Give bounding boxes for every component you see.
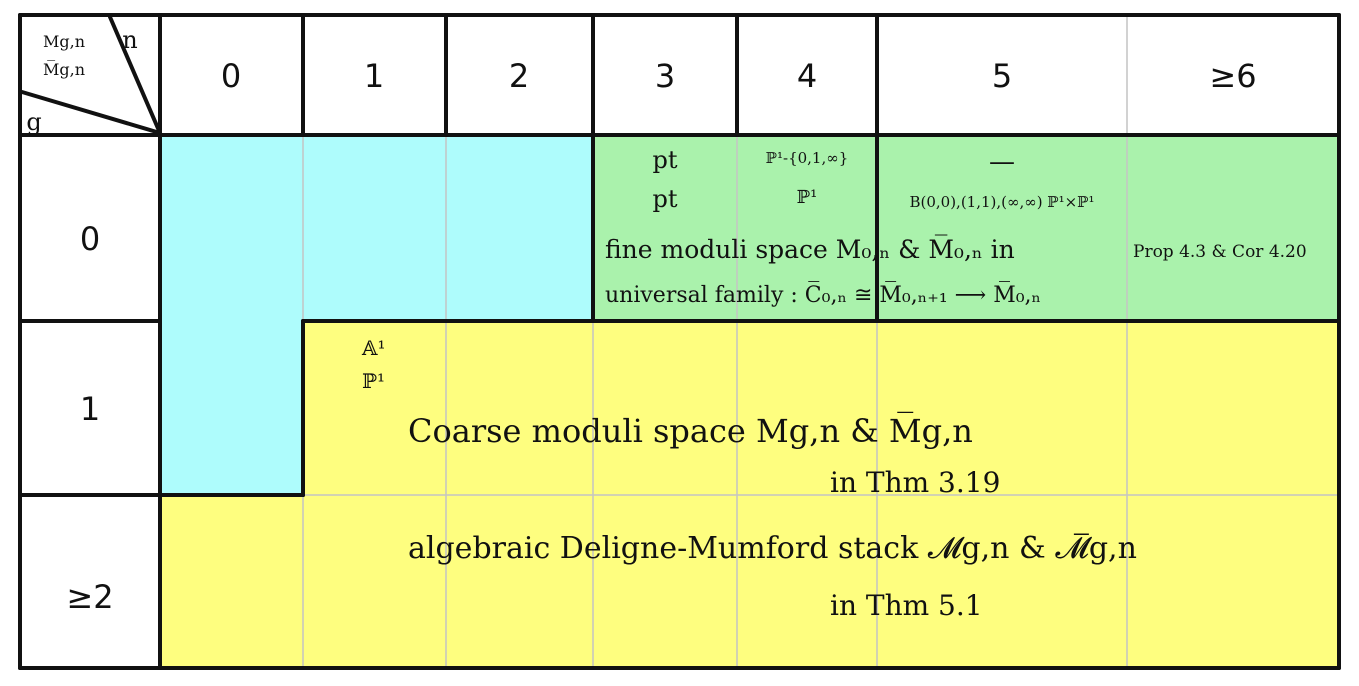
g0-n4-open: ℙ¹-{0,1,∞} bbox=[766, 149, 849, 167]
col-header-5: 5 bbox=[992, 57, 1012, 95]
row-header-0: 0 bbox=[80, 220, 100, 258]
dm-stack-text: algebraic Deligne-Mumford stack 𝓜g,n & 𝓜… bbox=[408, 531, 1137, 566]
cyan-region-g0 bbox=[160, 135, 593, 321]
corner-n-label: n bbox=[122, 26, 137, 54]
coarse-moduli-reference: in Thm 3.19 bbox=[830, 466, 1000, 499]
col-header-4: 4 bbox=[797, 57, 817, 95]
corner-mbar-label: M̅g,n bbox=[43, 59, 85, 79]
dm-stack-reference: in Thm 5.1 bbox=[830, 589, 983, 622]
fine-moduli-text: fine moduli space M₀,ₙ & M̅₀,ₙ in bbox=[605, 235, 1015, 264]
g0-n4-compact: ℙ¹ bbox=[797, 187, 818, 208]
g0-n3-open: pt bbox=[652, 146, 677, 174]
moduli-table: n g Mg,n M̅g,n 0 1 2 3 4 5 ≥6 0 1 ≥2 pt … bbox=[18, 13, 1341, 670]
g1-n1-compact: ℙ¹ bbox=[362, 369, 385, 393]
col-header-1: 1 bbox=[364, 57, 384, 95]
fine-moduli-reference: Prop 4.3 & Cor 4.20 bbox=[1133, 242, 1307, 262]
corner-mgn-label: Mg,n bbox=[43, 32, 85, 51]
universal-family-text: universal family : C̅₀,ₙ ≅ M̅₀,ₙ₊₁ ⟶ M̅₀… bbox=[605, 281, 1041, 308]
g0-n5-open: — bbox=[989, 147, 1015, 177]
cyan-region-g1 bbox=[160, 321, 303, 495]
col-header-6plus: ≥6 bbox=[1209, 57, 1256, 95]
corner-g-label: g bbox=[26, 108, 41, 136]
col-header-2: 2 bbox=[509, 57, 529, 95]
coarse-moduli-text: Coarse moduli space Mg,n & M̅g,n bbox=[408, 411, 973, 450]
col-header-0: 0 bbox=[221, 57, 241, 95]
g0-n3-compact: pt bbox=[652, 185, 677, 213]
g0-n5-compact: B(0,0),(1,1),(∞,∞) ℙ¹×ℙ¹ bbox=[909, 193, 1094, 211]
g1-n1-open: 𝔸¹ bbox=[361, 336, 386, 360]
row-header-2plus: ≥2 bbox=[66, 578, 113, 616]
row-header-1: 1 bbox=[80, 390, 100, 428]
col-header-3: 3 bbox=[655, 57, 675, 95]
